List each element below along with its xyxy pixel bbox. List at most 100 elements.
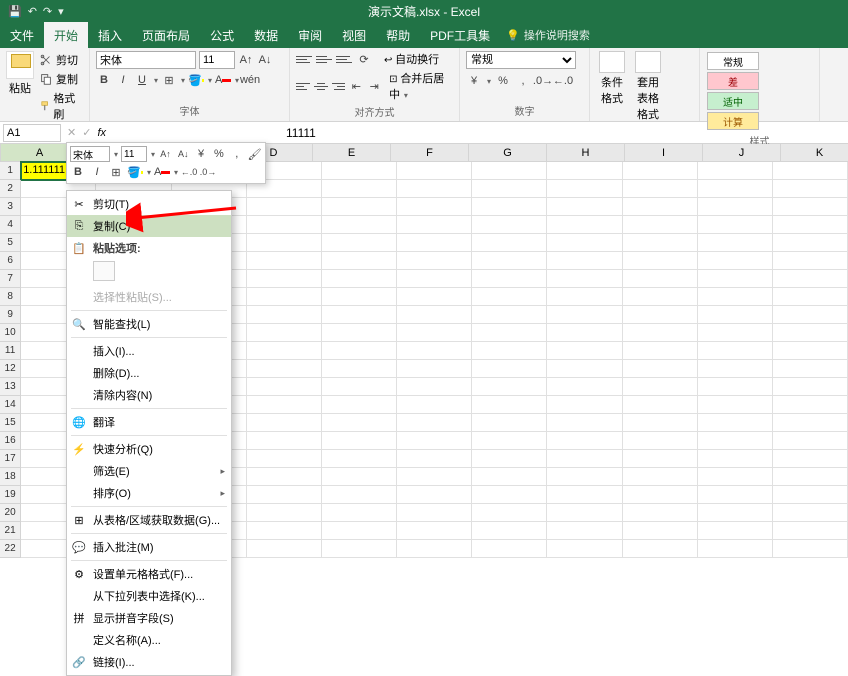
cell[interactable] xyxy=(773,252,848,270)
cell[interactable] xyxy=(247,198,322,216)
style-bad[interactable]: 差 xyxy=(707,72,759,90)
tab-home[interactable]: 开始 xyxy=(44,22,88,48)
cell[interactable] xyxy=(472,396,547,414)
cell[interactable] xyxy=(547,414,622,432)
cell[interactable] xyxy=(623,306,698,324)
cell[interactable] xyxy=(623,270,698,288)
cm-define-name[interactable]: 定义名称(A)... xyxy=(67,629,231,651)
mini-percent-icon[interactable]: % xyxy=(212,146,227,162)
cell[interactable] xyxy=(247,324,322,342)
cell[interactable] xyxy=(247,252,322,270)
row-header[interactable]: 3 xyxy=(0,198,21,216)
phonetic-button[interactable]: wén xyxy=(242,72,258,88)
conditional-format-button[interactable]: 条件格式 xyxy=(596,51,628,122)
cell[interactable] xyxy=(322,342,397,360)
cell[interactable] xyxy=(547,198,622,216)
fill-color-button[interactable]: 🪣 xyxy=(188,72,204,88)
mini-fill-color-button[interactable]: 🪣 xyxy=(127,164,143,180)
cm-cut[interactable]: ✂剪切(T) xyxy=(67,193,231,215)
tab-help[interactable]: 帮助 xyxy=(376,22,420,48)
font-color-button[interactable]: A xyxy=(215,72,231,88)
tell-me-search[interactable]: 💡 操作说明搜索 xyxy=(506,22,590,48)
cell[interactable] xyxy=(698,234,773,252)
font-name-input[interactable] xyxy=(96,51,196,69)
decrease-decimal-button[interactable]: ←.0 xyxy=(555,73,571,89)
cm-show-pinyin[interactable]: 拼显示拼音字段(S) xyxy=(67,607,231,629)
mini-font-name[interactable] xyxy=(70,146,110,162)
cell[interactable] xyxy=(247,414,322,432)
cell[interactable] xyxy=(397,180,472,198)
cell[interactable] xyxy=(698,306,773,324)
style-normal[interactable]: 常规 xyxy=(707,52,759,70)
cell[interactable] xyxy=(472,486,547,504)
cell[interactable] xyxy=(698,432,773,450)
cell[interactable] xyxy=(623,360,698,378)
font-size-input[interactable] xyxy=(199,51,235,69)
row-header[interactable]: 21 xyxy=(0,522,21,540)
row-header[interactable]: 8 xyxy=(0,288,21,306)
merge-center-button[interactable]: ⊡ 合并后居中 ▾ xyxy=(389,70,453,102)
cell[interactable] xyxy=(547,252,622,270)
border-button[interactable]: ⊞ xyxy=(161,72,177,88)
cell[interactable] xyxy=(773,360,848,378)
cm-translate[interactable]: 🌐翻译 xyxy=(67,411,231,433)
mini-increase-font-icon[interactable]: A↑ xyxy=(158,146,173,162)
cm-link[interactable]: 🔗链接(I)... xyxy=(67,651,231,673)
row-header[interactable]: 16 xyxy=(0,432,21,450)
cell[interactable] xyxy=(322,432,397,450)
cell[interactable] xyxy=(472,450,547,468)
cell[interactable] xyxy=(698,198,773,216)
paste-option-icon[interactable] xyxy=(93,261,115,281)
cell[interactable] xyxy=(472,378,547,396)
cell[interactable] xyxy=(623,216,698,234)
cell[interactable] xyxy=(247,540,322,558)
cell[interactable] xyxy=(397,162,472,180)
mini-decrease-decimal-icon[interactable]: ←.0 xyxy=(181,164,197,180)
cell[interactable] xyxy=(698,468,773,486)
cell[interactable] xyxy=(547,324,622,342)
cell[interactable] xyxy=(773,324,848,342)
cell[interactable] xyxy=(773,234,848,252)
cell[interactable] xyxy=(698,360,773,378)
cell[interactable] xyxy=(698,216,773,234)
cell[interactable] xyxy=(397,360,472,378)
cell[interactable] xyxy=(322,162,397,180)
cell[interactable] xyxy=(773,522,848,540)
fx-icon[interactable]: fx xyxy=(97,127,106,139)
align-top-button[interactable] xyxy=(296,52,312,66)
cell[interactable] xyxy=(397,414,472,432)
mini-border-button[interactable]: ⊞ xyxy=(108,164,124,180)
cell[interactable] xyxy=(247,522,322,540)
cell[interactable] xyxy=(698,252,773,270)
cell[interactable] xyxy=(547,270,622,288)
cell[interactable] xyxy=(247,432,322,450)
col-header-J[interactable]: J xyxy=(703,144,781,162)
format-painter-button[interactable]: 格式刷 xyxy=(36,89,83,123)
cell[interactable] xyxy=(472,342,547,360)
cm-clear[interactable]: 清除内容(N) xyxy=(67,384,231,406)
cell[interactable] xyxy=(397,522,472,540)
row-header[interactable]: 13 xyxy=(0,378,21,396)
cm-sort[interactable]: 排序(O)▸ xyxy=(67,482,231,504)
paste-button[interactable]: 粘贴 xyxy=(6,51,34,123)
cm-format-cells[interactable]: ⚙设置单元格格式(F)... xyxy=(67,563,231,585)
cell[interactable] xyxy=(397,288,472,306)
cell[interactable] xyxy=(397,198,472,216)
row-header[interactable]: 12 xyxy=(0,360,21,378)
qat-more-icon[interactable]: ▾ xyxy=(58,5,64,18)
cell[interactable] xyxy=(547,540,622,558)
tab-file[interactable]: 文件 xyxy=(0,22,44,48)
cell[interactable] xyxy=(397,342,472,360)
style-good[interactable]: 适中 xyxy=(707,92,759,110)
cell[interactable] xyxy=(472,468,547,486)
cell[interactable] xyxy=(698,522,773,540)
col-header-G[interactable]: G xyxy=(469,144,547,162)
cell[interactable] xyxy=(623,342,698,360)
row-header[interactable]: 9 xyxy=(0,306,21,324)
cell[interactable] xyxy=(698,540,773,558)
mini-bold-button[interactable]: B xyxy=(70,164,86,180)
cell[interactable] xyxy=(472,252,547,270)
cell[interactable] xyxy=(472,432,547,450)
cell[interactable] xyxy=(322,306,397,324)
cell[interactable] xyxy=(322,324,397,342)
